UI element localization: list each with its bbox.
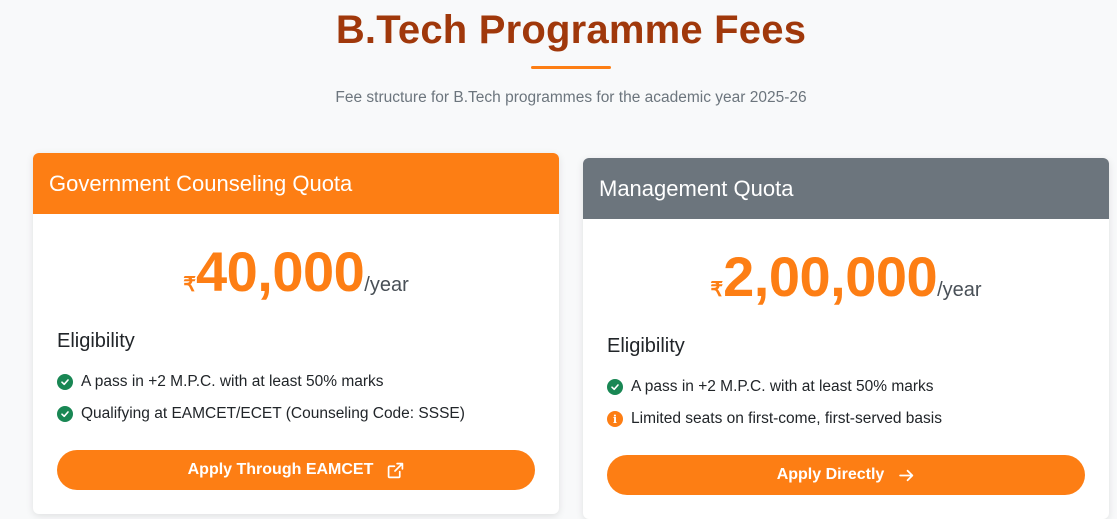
management-quota-card: Management Quota ₹2,00,000/year Eligibil… xyxy=(583,158,1109,519)
apply-eamcet-button[interactable]: Apply Through EAMCET xyxy=(57,450,535,490)
fee-period: /year xyxy=(937,279,982,301)
check-circle-icon xyxy=(607,379,623,395)
check-circle-icon xyxy=(57,406,73,422)
fee-amount: 2,00,000 xyxy=(723,245,938,308)
card-header: Government Counseling Quota xyxy=(33,153,559,214)
eligibility-heading: Eligibility xyxy=(607,335,685,357)
list-item-text: A pass in +2 M.P.C. with at least 50% ma… xyxy=(631,378,934,395)
card-header: Management Quota xyxy=(583,158,1109,219)
list-item: A pass in +2 M.P.C. with at least 50% ma… xyxy=(57,366,465,398)
fee-price: ₹40,000/year xyxy=(33,239,559,304)
list-item: Qualifying at EAMCET/ECET (Counseling Co… xyxy=(57,398,465,430)
fee-price: ₹2,00,000/year xyxy=(583,244,1109,309)
external-link-icon xyxy=(388,462,404,478)
list-item: i Limited seats on first-come, first-ser… xyxy=(607,403,942,435)
button-label: Apply Through EAMCET xyxy=(187,461,374,478)
list-item-text: Qualifying at EAMCET/ECET (Counseling Co… xyxy=(81,405,465,422)
list-item-text: Limited seats on first-come, first-serve… xyxy=(631,410,942,427)
fee-amount: 40,000 xyxy=(195,240,365,303)
eligibility-list: A pass in +2 M.P.C. with at least 50% ma… xyxy=(57,366,465,430)
eligibility-heading: Eligibility xyxy=(57,330,135,352)
apply-directly-button[interactable]: Apply Directly xyxy=(607,455,1085,495)
page-subtitle: Fee structure for B.Tech programmes for … xyxy=(335,89,807,106)
government-quota-card: Government Counseling Quota ₹40,000/year… xyxy=(33,153,559,514)
fees-page: B.Tech Programme Fees Fee structure for … xyxy=(0,0,1117,519)
title-divider xyxy=(531,66,611,69)
fee-period: /year xyxy=(364,274,409,296)
info-circle-icon: i xyxy=(607,411,623,427)
button-label: Apply Directly xyxy=(776,466,885,483)
check-circle-icon xyxy=(57,374,73,390)
list-item: A pass in +2 M.P.C. with at least 50% ma… xyxy=(607,371,942,403)
page-title: B.Tech Programme Fees xyxy=(335,8,807,52)
arrow-right-icon xyxy=(899,469,914,481)
currency-symbol: ₹ xyxy=(183,274,196,296)
list-item-text: A pass in +2 M.P.C. with at least 50% ma… xyxy=(81,373,384,390)
eligibility-list: A pass in +2 M.P.C. with at least 50% ma… xyxy=(607,371,942,435)
currency-symbol: ₹ xyxy=(710,279,724,301)
